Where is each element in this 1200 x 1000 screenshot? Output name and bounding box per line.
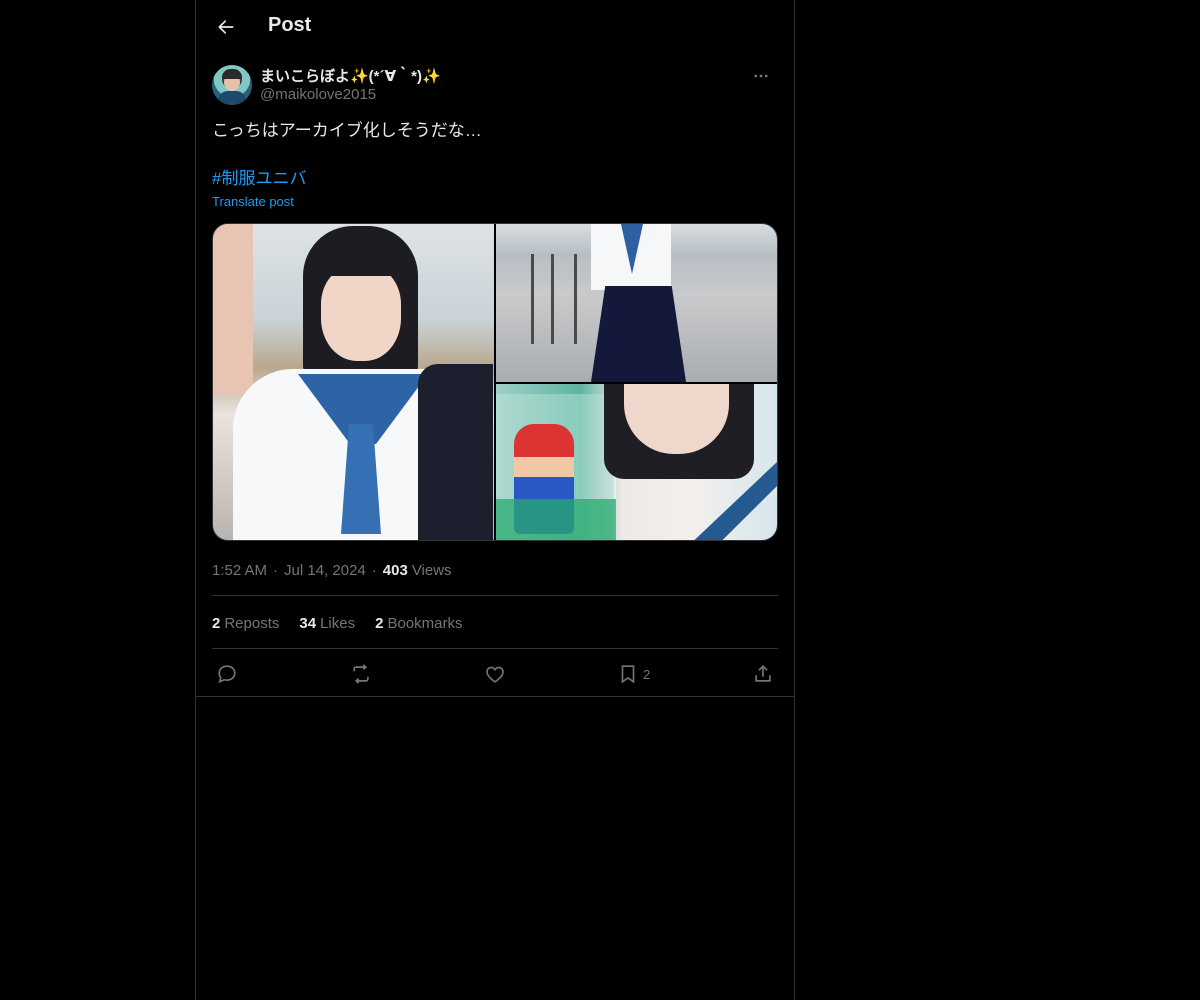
more-horizontal-icon <box>754 74 768 78</box>
bookmark-icon <box>621 665 635 684</box>
post-text: こっちはアーカイブ化しそうだな… <box>212 121 482 140</box>
back-button[interactable] <box>208 9 244 45</box>
divider <box>196 696 794 697</box>
bookmark-button[interactable]: 2 <box>617 661 650 687</box>
page-header: Post <box>196 0 794 54</box>
repost-icon <box>353 664 369 684</box>
main-column: Post まいこらぼよ✨(*´∀｀*)✨ @maikolove2015 こっちは… <box>195 0 795 1000</box>
hashtag-link[interactable]: #制服ユニバ <box>212 168 306 190</box>
arrow-left-icon <box>218 20 234 34</box>
page-title: Post <box>268 14 312 36</box>
post-author: まいこらぼよ✨(*´∀｀*)✨ @maikolove2015 <box>212 64 778 108</box>
reply-icon <box>218 665 236 684</box>
author-handle[interactable]: @maikolove2015 <box>260 86 376 103</box>
translate-post-link[interactable]: Translate post <box>212 194 294 209</box>
reposts-stat[interactable]: 2 Reposts <box>212 615 279 632</box>
bookmark-count: 2 <box>643 666 651 682</box>
repost-button[interactable] <box>350 661 372 687</box>
post-actions: 2 <box>212 657 778 691</box>
heart-icon <box>486 666 504 683</box>
post-photo-1[interactable] <box>213 224 494 540</box>
divider <box>212 595 778 596</box>
divider <box>212 648 778 649</box>
likes-stat[interactable]: 34 Likes <box>299 615 355 632</box>
media-grid <box>212 223 778 541</box>
views-label: Views <box>411 561 452 579</box>
like-button[interactable] <box>484 661 506 687</box>
post-time[interactable]: 1:52 AM <box>212 562 267 579</box>
post-photo-2[interactable] <box>496 224 777 382</box>
more-options-button[interactable] <box>744 64 778 88</box>
share-button[interactable] <box>752 661 774 687</box>
reply-button[interactable] <box>216 661 238 687</box>
post-meta: 1:52 AM · Jul 14, 2024 · 403 Views <box>212 561 452 579</box>
post-photo-3[interactable] <box>496 384 777 540</box>
share-icon <box>755 665 771 682</box>
author-display-name[interactable]: まいこらぼよ✨(*´∀｀*)✨ <box>260 65 441 86</box>
post-stats: 2 Reposts 34 Likes 2 Bookmarks <box>212 613 482 633</box>
post-date[interactable]: Jul 14, 2024 <box>284 562 366 579</box>
avatar[interactable] <box>212 65 252 105</box>
bookmarks-stat[interactable]: 2 Bookmarks <box>375 615 462 632</box>
views-count: 403 <box>382 561 408 579</box>
